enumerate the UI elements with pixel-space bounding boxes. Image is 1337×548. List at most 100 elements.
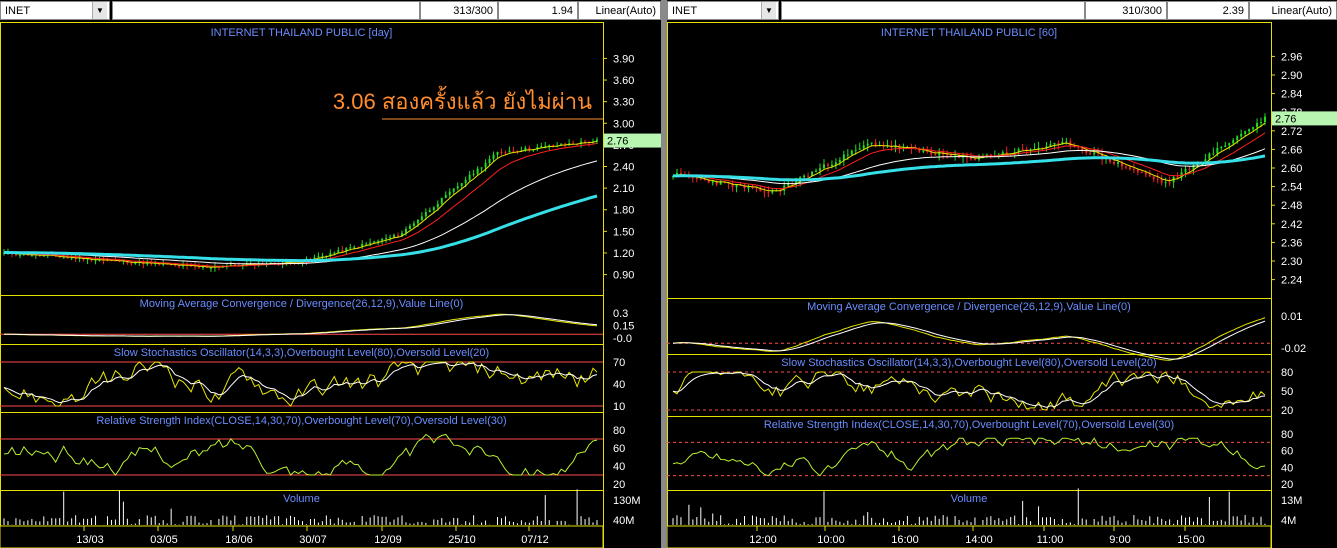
candle-body (369, 242, 372, 244)
indicator-title: Relative Strength Index(CLOSE,14,30,70),… (764, 419, 1174, 431)
indicator-signal-line (672, 372, 1266, 408)
indicator-signal-line (3, 362, 598, 404)
candle-body (440, 198, 443, 204)
x-tick-label: 9:00 (1109, 534, 1130, 546)
candle-body (862, 145, 865, 149)
price-tick-label: 2.36 (1281, 237, 1302, 249)
chevron-down-icon[interactable]: ▼ (761, 2, 776, 19)
candle-body (508, 150, 511, 153)
candle-body (393, 235, 396, 238)
left-scale: Linear(Auto) (595, 5, 656, 17)
candle-body (922, 150, 925, 152)
last-price-label: 2.76 (607, 136, 628, 148)
left-blank-field (112, 1, 420, 20)
ma-cyan-line (673, 154, 1266, 182)
candle-body (373, 241, 376, 243)
candle-body (1152, 176, 1155, 179)
right-symbol-select[interactable]: INET ▼ (667, 1, 779, 20)
price-tick-label: 2.30 (1281, 256, 1302, 268)
indicator-tick: 20 (613, 479, 625, 491)
price-tick-label: 2.42 (1281, 219, 1302, 231)
candle-body (822, 164, 825, 169)
candle-body (480, 167, 483, 169)
left-symbol-value: INET (5, 5, 31, 17)
left-count: 313/300 (453, 5, 493, 17)
candle-body (476, 168, 479, 174)
candle-body (1005, 152, 1008, 154)
right-symbol-value: INET (672, 5, 698, 17)
candle-body (1176, 176, 1179, 178)
indicator-tick: 80 (1281, 367, 1293, 379)
candle-body (1216, 147, 1219, 154)
candle-body (321, 255, 324, 257)
chevron-down-icon[interactable]: ▼ (92, 2, 107, 19)
indicator-line (3, 433, 598, 476)
candle-body (826, 164, 829, 167)
candle-body (1053, 142, 1056, 145)
right-value-field: 2.39 (1167, 1, 1249, 20)
candle-body (412, 223, 415, 226)
right-count-field: 310/300 (1085, 1, 1167, 20)
candle-body (1089, 152, 1092, 155)
candle-body (424, 212, 427, 217)
left-value: 1.94 (551, 5, 573, 17)
candle-body (468, 174, 471, 180)
candle-body (807, 175, 810, 177)
indicator-line (672, 317, 1266, 361)
candle-body (377, 240, 380, 242)
candle-body (464, 179, 467, 184)
candle-body (353, 246, 356, 248)
indicator-line (672, 437, 1266, 477)
left-toolbar: INET ▼ 313/300 1.94 Linear(Auto) (0, 0, 661, 22)
price-tick-label: 2.54 (1281, 182, 1302, 194)
x-tick-label: 12/09 (374, 534, 402, 546)
candle-body (1256, 122, 1259, 128)
candle-body (973, 159, 976, 161)
candle-body (1093, 152, 1096, 155)
volume-tick: 13M (1281, 495, 1302, 507)
pane-frame-0 (667, 22, 1272, 299)
x-tick-label: 16:00 (891, 534, 919, 546)
volume-title: Volume (283, 493, 320, 505)
candle-body (436, 203, 439, 208)
candle-body (460, 183, 463, 187)
candle-body (432, 207, 435, 211)
indicator-tick: 40 (1281, 462, 1293, 474)
right-scale-field[interactable]: Linear(Auto) (1249, 1, 1337, 20)
indicator-tick: 0.01 (1281, 311, 1302, 323)
indicator-tick: 70 (613, 357, 625, 369)
candle-body (1057, 142, 1060, 145)
volume-tick: 40M (613, 515, 634, 527)
candle-body (18, 254, 21, 256)
indicator-title: Slow Stochastics Oscillator(14,3,3),Over… (114, 347, 489, 359)
indicator-title: Relative Strength Index(CLOSE,14,30,70),… (96, 415, 506, 427)
indicator-signal-line (672, 320, 1266, 360)
left-symbol-select[interactable]: INET ▼ (0, 1, 110, 20)
main-title: INTERNET THAILAND PUBLIC [60] (881, 27, 1057, 39)
candle-body (512, 150, 515, 152)
candle-body (1244, 131, 1247, 134)
candle-body (846, 154, 849, 156)
candle-body (838, 160, 841, 163)
candle-body (30, 255, 33, 257)
left-value-field: 1.94 (498, 1, 578, 20)
price-tick-label: 2.48 (1281, 200, 1302, 212)
indicator-tick: 0.15 (613, 321, 634, 333)
price-tick-label: 3.00 (613, 118, 634, 130)
candle-body (866, 143, 869, 146)
price-tick-label: 1.50 (613, 226, 634, 238)
candle-body (842, 154, 845, 161)
indicator-title: Slow Stochastics Oscillator(14,3,3),Over… (781, 357, 1156, 369)
candle-body (1188, 168, 1191, 170)
candle-body (1212, 153, 1215, 155)
indicator-tick: 80 (613, 425, 625, 437)
candle-body (803, 175, 806, 178)
price-tick-label: 0.90 (613, 270, 634, 282)
candle-body (1220, 146, 1223, 148)
candle-body (850, 150, 853, 155)
left-scale-field[interactable]: Linear(Auto) (578, 1, 661, 20)
volume-tick: 4M (1281, 515, 1296, 527)
price-tick-label: 2.24 (1281, 275, 1302, 287)
candle-body (496, 151, 499, 155)
candle-body (1160, 179, 1163, 183)
